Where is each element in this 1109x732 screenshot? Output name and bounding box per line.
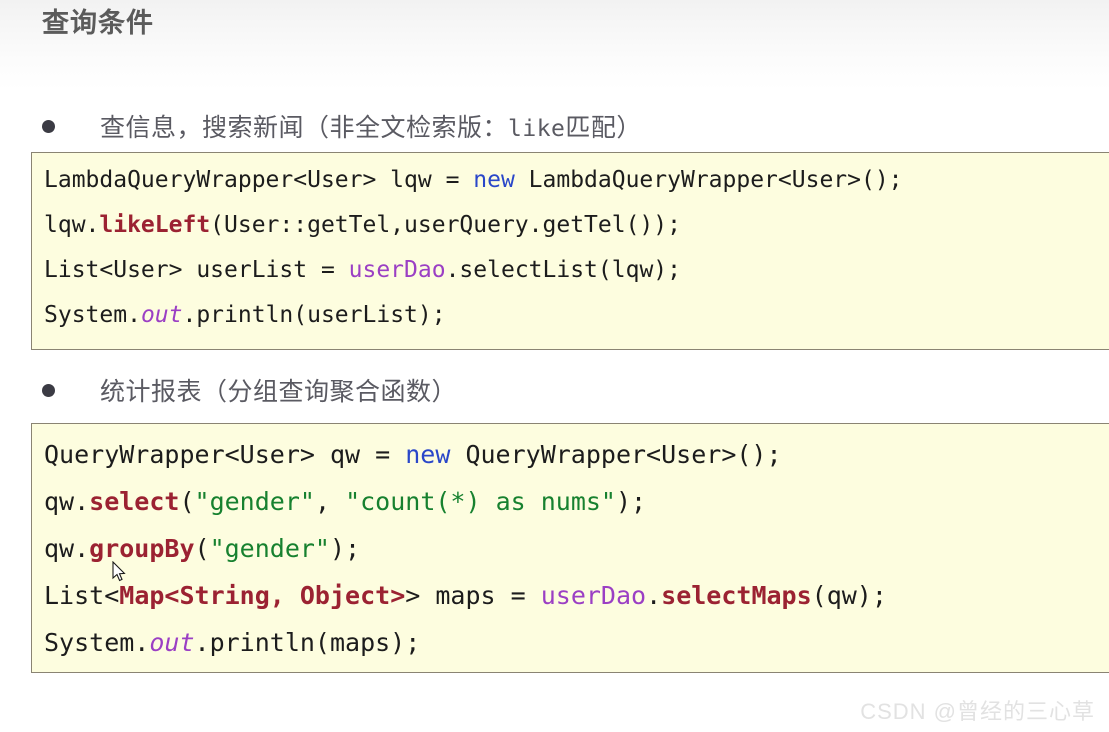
code-token: groupBy [89,534,195,563]
bullet-1-text-before: 查信息，搜索新闻（非全文检索版： [100,114,509,142]
bullet-dot-icon [42,383,55,397]
code-token: . [646,581,662,610]
code-token: List< [44,581,120,610]
code-token: LambdaQueryWrapper<User> lqw = [44,167,474,193]
code-token: List<User> userList = [44,257,349,283]
code-token: .println(maps); [194,628,421,657]
code-token: "gender" [194,487,315,516]
code-line: qw.select("gender", "count(*) as nums"); [44,489,1109,514]
code-token: System. [44,628,150,657]
code-token: .println(userList); [182,302,446,328]
code-token: new [473,167,515,193]
code-line: LambdaQueryWrapper<User> lqw = new Lambd… [44,169,1109,192]
code-token: ( [179,487,195,516]
code-line: lqw.likeLeft(User::getTel,userQuery.getT… [44,214,1109,237]
code-token: (qw); [811,581,887,610]
code-token: userDao [348,257,446,283]
code-token: out [140,302,183,328]
code-token: "gender" [209,534,330,563]
code-line: QueryWrapper<User> qw = new QueryWrapper… [44,442,1109,467]
code-token: qw. [44,534,90,563]
code-token: userDao [540,581,647,610]
code-token: ( [194,534,210,563]
slide-page: 查询条件 查信息，搜索新闻（非全文检索版：like匹配） LambdaQuery… [0,0,1109,732]
bullet-item-1-label: 查信息，搜索新闻（非全文检索版：like匹配） [100,108,642,144]
bullet-item-1: 查信息，搜索新闻（非全文检索版：like匹配） [42,108,642,144]
code-token: QueryWrapper<User>(); [450,440,782,469]
code-token: new [405,440,451,469]
code-block-group-by[interactable]: QueryWrapper<User> qw = new QueryWrapper… [31,423,1109,673]
code-line: qw.groupBy("gender"); [44,536,1109,561]
code-line: List<User> userList = userDao.selectList… [44,259,1109,282]
code-token: ); [616,487,647,516]
code-line: List<Map<String, Object>> maps = userDao… [44,583,1109,608]
code-token: selectMaps [661,581,812,610]
code-token: select [89,487,180,516]
bullet-1-text-after: 匹配） [565,114,642,142]
code-token: ); [330,534,361,563]
page-title: 查询条件 [42,8,154,38]
bullet-2-text-before: 统计报表（分组查询聚合函数） [100,378,458,406]
bullet-item-2: 统计报表（分组查询聚合函数） [42,372,457,408]
watermark: CSDN @曾经的三心草 [860,699,1095,724]
code-token: > maps = [405,581,541,610]
code-token: "count(*) as nums" [345,487,616,516]
code-line: System.out.println(userList); [44,304,1109,327]
code-token: qw. [44,487,90,516]
code-token: , [314,487,346,516]
code-token: (User::getTel,userQuery.getTel()); [210,212,681,238]
code-token: lqw. [44,212,100,238]
code-block-query-like[interactable]: LambdaQueryWrapper<User> lqw = new Lambd… [31,152,1109,350]
code-token: LambdaQueryWrapper<User>(); [514,167,903,193]
bullet-1-mono-text: like [508,116,566,142]
code-token: QueryWrapper<User> qw = [44,440,406,469]
bullet-dot-icon [42,119,55,133]
code-token: .selectList(lqw); [445,257,681,283]
code-line: System.out.println(maps); [44,630,1109,655]
bullet-item-2-label: 统计报表（分组查询聚合函数） [100,372,457,408]
code-token: System. [44,302,141,328]
code-token: likeLeft [99,212,211,238]
code-token: out [149,628,195,657]
code-token: Map<String, Object> [119,581,406,610]
